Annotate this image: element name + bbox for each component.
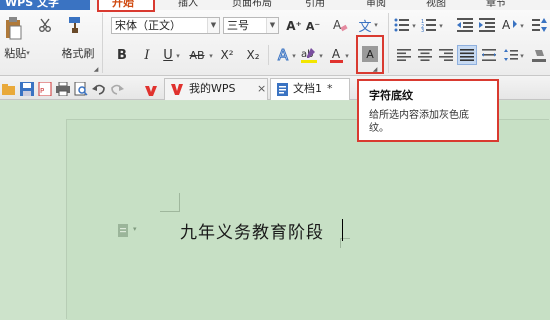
italic-button[interactable]: I: [140, 47, 154, 63]
ribbon-separator: [388, 13, 389, 73]
chevron-down-icon[interactable]: ▾: [175, 51, 181, 61]
chevron-down-icon[interactable]: ▾: [133, 225, 137, 233]
undo-icon[interactable]: [92, 81, 106, 95]
bullet-list-icon[interactable]: [393, 17, 411, 33]
document-body-text[interactable]: 九年义务教育阶段: [180, 218, 324, 243]
font-color-button[interactable]: A: [328, 46, 344, 64]
tab-references[interactable]: 引用: [305, 0, 325, 9]
align-center-icon[interactable]: [417, 47, 433, 63]
close-tab-icon[interactable]: ×: [257, 79, 266, 99]
chevron-down-icon[interactable]: ▾: [291, 51, 297, 61]
sort-icon[interactable]: [531, 17, 549, 33]
shading-icon[interactable]: [531, 47, 547, 63]
phonetic-guide-button[interactable]: 文: [357, 16, 373, 35]
chevron-down-icon: ▼: [207, 18, 219, 33]
ribbon-separator: [268, 45, 269, 65]
text-direction-icon[interactable]: A: [501, 16, 519, 34]
ribbon-separator: [102, 13, 103, 73]
decrease-indent-icon[interactable]: [456, 17, 474, 33]
unsaved-indicator: *: [327, 82, 333, 95]
superscript-button[interactable]: X²: [218, 47, 236, 63]
chevron-down-icon[interactable]: ▾: [438, 21, 444, 31]
numbered-list-icon[interactable]: 123: [420, 17, 438, 33]
clipboard-dialog-launcher-icon[interactable]: ◢: [92, 65, 100, 73]
text-cursor: [342, 219, 343, 241]
tooltip-description: 给所选内容添加灰色底纹。: [369, 110, 469, 134]
print-icon[interactable]: [56, 81, 70, 97]
clear-format-icon[interactable]: A: [331, 16, 349, 34]
tab-chapter[interactable]: 章节: [486, 0, 506, 9]
align-left-icon[interactable]: [396, 47, 412, 63]
chevron-down-icon[interactable]: ▾: [519, 51, 525, 61]
tab-start[interactable]: 开始: [97, 0, 155, 12]
chevron-down-icon[interactable]: ▾: [373, 20, 379, 30]
highlight-color-icon[interactable]: ab: [300, 46, 318, 64]
wps-logo-icon: [171, 82, 185, 96]
redo-icon[interactable]: [110, 81, 124, 95]
character-shading-highlight: [356, 35, 384, 74]
open-folder-icon[interactable]: [2, 81, 16, 95]
chevron-down-icon[interactable]: ▾: [344, 51, 350, 61]
tab-view[interactable]: 视图: [426, 0, 446, 9]
chevron-down-icon: ▼: [266, 18, 278, 33]
svg-text:A: A: [333, 18, 342, 32]
tab-document-1[interactable]: 文档1 *: [270, 78, 350, 100]
align-right-icon[interactable]: [438, 47, 454, 63]
increase-indent-icon[interactable]: [478, 17, 496, 33]
line-spacing-icon[interactable]: [503, 47, 519, 63]
document-icon: [277, 83, 289, 96]
svg-text:P: P: [40, 87, 44, 95]
subscript-button[interactable]: X₂: [244, 47, 262, 63]
justify-icon[interactable]: [457, 45, 477, 65]
chevron-down-icon[interactable]: ▾: [208, 51, 214, 61]
cut-icon[interactable]: [37, 17, 53, 33]
app-title: WPS 文字: [5, 0, 59, 9]
tab-review[interactable]: 审阅: [366, 0, 386, 9]
distributed-align-icon[interactable]: [481, 47, 497, 63]
print-preview-icon[interactable]: [74, 81, 88, 96]
font-name-select[interactable]: 宋体（正文） ▼: [111, 17, 220, 34]
chevron-down-icon[interactable]: ▾: [519, 21, 525, 31]
tab-insert[interactable]: 插入: [178, 0, 198, 9]
svg-text:A: A: [502, 18, 511, 32]
tab-page-layout[interactable]: 页面布局: [232, 0, 272, 9]
tooltip-title: 字符底纹: [369, 89, 413, 102]
app-menu-button[interactable]: WPS 文字: [0, 0, 90, 10]
font-size-select[interactable]: 三号 ▼: [223, 17, 279, 34]
chevron-down-icon[interactable]: ▾: [318, 51, 324, 61]
text-effect-button[interactable]: A: [275, 46, 291, 65]
grow-font-button[interactable]: A⁺: [286, 18, 302, 34]
tab-start-label: 开始: [112, 0, 134, 9]
svg-text:3: 3: [421, 28, 424, 32]
menu-bar: WPS 文字 插入 页面布局 引用 审阅 视图 章节: [0, 0, 550, 10]
bold-button[interactable]: B: [115, 47, 129, 63]
save-icon[interactable]: [20, 81, 34, 96]
wps-cloud-icon[interactable]: [145, 81, 159, 96]
shrink-font-button[interactable]: A⁻: [306, 18, 320, 34]
paragraph-handle-icon[interactable]: [118, 223, 130, 237]
tab-my-wps[interactable]: 我的WPS ×: [164, 78, 268, 100]
export-pdf-icon[interactable]: P: [38, 81, 52, 97]
ribbon-toolbar: 粘贴 ▾ 格式刷 宋体（正文） ▼ 三号 ▼ A⁺ A⁻ A 文 ▾ B I U …: [0, 10, 550, 76]
format-painter-icon[interactable]: [64, 16, 86, 34]
paste-icon[interactable]: [2, 14, 24, 42]
underline-button[interactable]: U: [161, 47, 175, 63]
character-shading-tooltip: 字符底纹 给所选内容添加灰色底纹。: [357, 79, 499, 142]
strikethrough-button[interactable]: AB: [186, 47, 208, 63]
page-margin-corner: [160, 193, 180, 212]
chevron-down-icon[interactable]: ▾: [411, 21, 417, 31]
paste-button[interactable]: 粘贴 ▾: [0, 46, 34, 60]
font-color-swatch: [329, 59, 343, 63]
format-painter-button[interactable]: 格式刷: [58, 46, 98, 60]
